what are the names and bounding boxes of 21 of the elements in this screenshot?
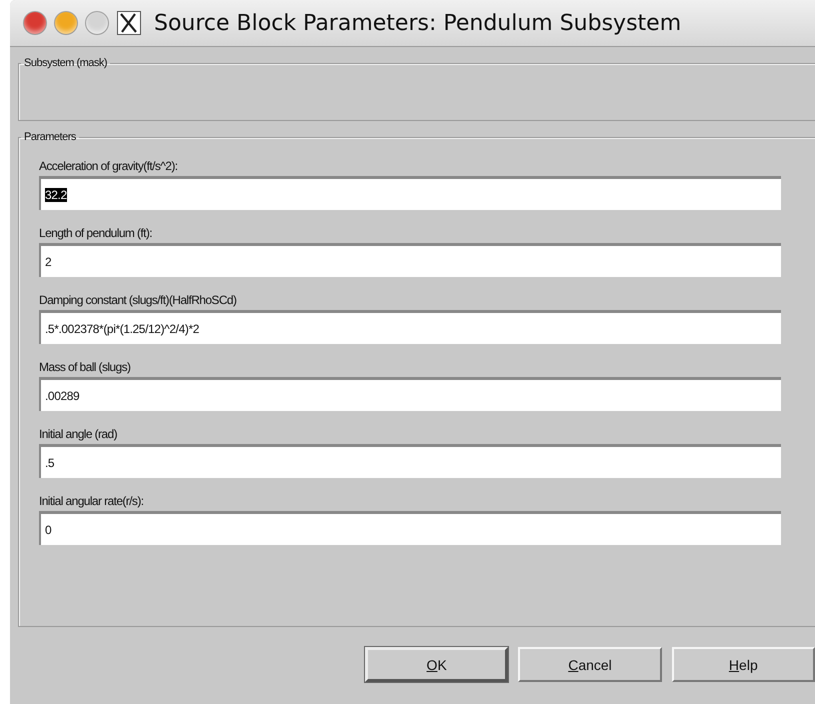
- ok-button[interactable]: OK: [365, 647, 508, 682]
- close-window-button[interactable]: [24, 12, 46, 34]
- input-field[interactable]: 2: [39, 243, 781, 277]
- field-label: Mass of ball (slugs): [39, 360, 132, 374]
- field-label: Initial angular rate(r/s):: [39, 494, 144, 508]
- input-field[interactable]: .5*.002378*(pi*(1.25/12)^2/4)*2: [39, 310, 781, 344]
- group-title: Subsystem (mask): [23, 57, 108, 69]
- input-field[interactable]: .00289: [39, 377, 781, 411]
- field-label: Length of pendulum (ft):: [39, 226, 154, 240]
- field-label: Initial angle (rad): [39, 427, 118, 441]
- help-button[interactable]: Help: [672, 647, 815, 682]
- cancel-button[interactable]: Cancel: [518, 647, 662, 682]
- x-logo-icon: [117, 11, 141, 35]
- input-field[interactable]: 0: [39, 511, 781, 545]
- input-field[interactable]: 32.2: [39, 176, 781, 210]
- field-label: Acceleration of gravity(ft/s^2):: [39, 159, 178, 173]
- group-title: Parameters: [23, 131, 77, 143]
- minimize-window-button[interactable]: [55, 12, 77, 34]
- field-label: Damping constant (slugs/ft)(HalfRhoSCd): [39, 293, 238, 307]
- input-field[interactable]: .5: [39, 444, 781, 478]
- window-title: Source Block Parameters: Pendulum Subsystem: [154, 10, 682, 36]
